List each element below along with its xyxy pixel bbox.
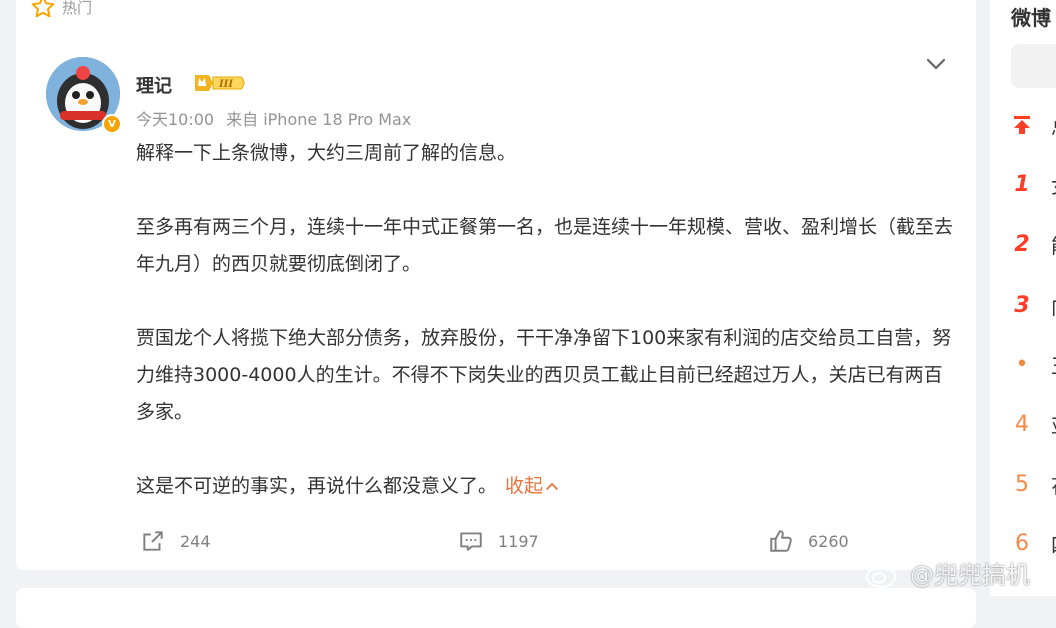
hot-search-item[interactable]: 3 向: [1011, 290, 1056, 320]
post-text: 解释一下上条微博，大约三周前了解的信息。 至多再有两三个月，连续十一年中式正餐第…: [136, 135, 956, 505]
hot-search-item[interactable]: 1 女: [1011, 169, 1056, 199]
hot-search-text: 能: [1051, 230, 1056, 259]
watermark-text: @兜兜搞机: [910, 561, 1030, 589]
comment-button[interactable]: 1197: [458, 528, 539, 554]
hot-tag: 热门: [30, 0, 92, 20]
hot-search-item[interactable]: • 王: [1011, 349, 1056, 379]
hot-search-item[interactable]: 5 花: [1011, 469, 1056, 499]
post-paragraph-last: 这是不可逆的事实，再说什么都没意义了。 收起: [136, 468, 956, 505]
repost-button[interactable]: 244: [140, 528, 211, 554]
repost-count: 244: [180, 531, 211, 551]
hot-search-item[interactable]: 4 亚: [1011, 409, 1056, 439]
star-outline-icon: [31, 0, 55, 18]
hot-search-text: 女: [1051, 170, 1056, 199]
post-card: 热门 V 理记 III 今天10:00 来自 iPhone 18 Pro Max…: [16, 0, 976, 570]
weibo-logo-icon: [866, 560, 901, 588]
post-paragraph: 贾国龙个人将揽下绝大部分债务，放弃股份，干干净净留下100来家有利润的店交给员工…: [136, 327, 952, 423]
hot-search-text: 向: [1051, 291, 1056, 320]
like-count: 6260: [808, 531, 849, 551]
hot-search-text: 花: [1051, 470, 1056, 499]
verified-icon: V: [102, 114, 122, 134]
hot-search-item[interactable]: 6 四: [1011, 528, 1056, 558]
next-post-card: [16, 588, 976, 628]
hot-search-item[interactable]: 2 能: [1011, 229, 1056, 259]
post-paragraph-text: 这是不可逆的事实，再说什么都没意义了。: [136, 475, 498, 497]
post-paragraph: 至多再有两三个月，连续十一年中式正餐第一名，也是连续十一年规模、营收、盈利增长（…: [136, 216, 954, 275]
hot-rank-dot: •: [1015, 351, 1029, 377]
hot-rank: 4: [1015, 411, 1029, 437]
like-button[interactable]: 6260: [768, 528, 849, 554]
hot-search-sidebar: 微博 总 1 女 2 能 3 向 • 王 4 亚 5 花 6 四: [990, 0, 1056, 596]
hot-search-text: 亚: [1051, 410, 1056, 439]
thumbs-up-icon: [770, 530, 792, 552]
post-meta: 今天10:00 来自 iPhone 18 Pro Max: [136, 106, 411, 130]
hot-rank: 3: [1014, 292, 1030, 318]
sidebar-title: 微博: [1011, 6, 1051, 30]
hot-rank: 5: [1015, 471, 1029, 497]
comment-count: 1197: [498, 531, 539, 551]
hot-rank: 6: [1015, 530, 1029, 556]
post-source: 来自 iPhone 18 Pro Max: [226, 110, 412, 129]
level-badge-text: III: [218, 79, 233, 90]
collapse-link[interactable]: 收起: [505, 475, 559, 497]
comment-icon: [460, 532, 482, 551]
hot-search-text: 王: [1051, 350, 1056, 379]
share-icon: [143, 531, 163, 551]
hot-search-text: 四: [1051, 529, 1056, 558]
hot-label: 热门: [62, 0, 93, 17]
hot-rank: 2: [1014, 231, 1030, 257]
level-badge-icon: III: [195, 75, 245, 91]
hot-search-text: 总: [1051, 111, 1056, 140]
post-time[interactable]: 今天10:00: [136, 106, 214, 130]
chevron-up-icon[interactable]: [545, 480, 559, 492]
username[interactable]: 理记: [136, 72, 172, 98]
hot-search-item[interactable]: 总: [1011, 110, 1056, 140]
pin-up-icon: [1014, 116, 1030, 134]
watermark: @兜兜搞机: [864, 555, 1030, 590]
post-paragraph: 解释一下上条微博，大约三周前了解的信息。: [136, 142, 517, 164]
chevron-down-icon[interactable]: [924, 52, 948, 76]
collapse-label[interactable]: 收起: [505, 475, 543, 497]
action-bar: 244 1197 6260: [136, 528, 896, 558]
hot-rank: 1: [1014, 171, 1030, 197]
sidebar-search-box[interactable]: [1011, 44, 1056, 88]
